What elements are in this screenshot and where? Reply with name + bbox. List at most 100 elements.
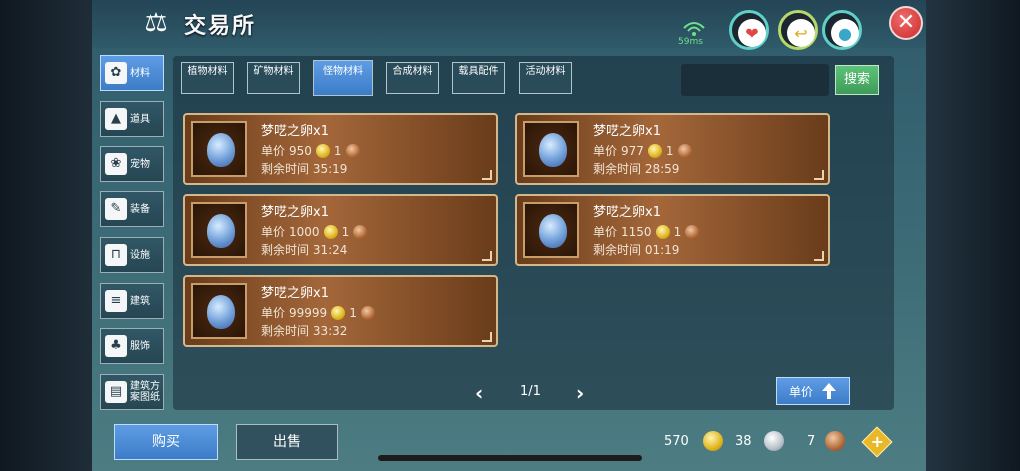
copper-coin-icon	[360, 305, 375, 320]
item-name: 梦呓之卵x1	[593, 124, 661, 139]
item-price: 单价 1000 1	[261, 223, 368, 240]
time-label: 剩余时间	[593, 243, 642, 257]
gold-coin-icon	[655, 224, 670, 239]
background-right	[926, 0, 1020, 471]
sidebar-item-label: 服饰	[130, 340, 150, 352]
time-value: 31:24	[312, 243, 348, 257]
background-left	[0, 0, 92, 471]
health-status[interactable]: ❤	[729, 10, 769, 50]
dream-egg-icon	[207, 295, 235, 329]
dream-egg-icon	[539, 214, 567, 248]
item-thumbnail	[191, 283, 247, 339]
sidebar-item-label: 建筑	[130, 295, 150, 307]
sidebar-item-building[interactable]: ≡ 建筑	[100, 283, 164, 319]
close-button[interactable]: ✕	[889, 6, 923, 40]
item-price: 单价 950 1	[261, 142, 360, 159]
sort-by-price-button[interactable]: 单价	[776, 377, 850, 405]
home-indicator	[378, 455, 642, 461]
item-thumbnail	[191, 121, 247, 177]
corner-decoration	[814, 170, 824, 180]
time-label: 剩余时间	[261, 324, 310, 338]
item-name: 梦呓之卵x1	[593, 205, 661, 220]
item-price: 单价 1150 1	[593, 223, 700, 240]
buy-button[interactable]: 购买	[114, 424, 218, 460]
next-page-button[interactable]: ›	[576, 381, 584, 405]
price-value: 977	[621, 143, 644, 158]
sidebar-item-item[interactable]: ▲ 道具	[100, 101, 164, 137]
search-button[interactable]: 搜索	[835, 65, 879, 95]
gold-coin-icon	[323, 224, 338, 239]
sell-button[interactable]: 出售	[236, 424, 338, 460]
listing-card[interactable]: 梦呓之卵x1 单价 1000 1 剩余时间 31:24	[183, 194, 498, 266]
facility-icon: ⊓	[105, 244, 127, 266]
item-price: 单价 99999 1	[261, 304, 375, 321]
time-label: 剩余时间	[261, 243, 310, 257]
time-value: 35:19	[312, 162, 348, 176]
time-value: 28:59	[644, 162, 680, 176]
item-thumbnail	[523, 121, 579, 177]
sidebar-item-equipment[interactable]: ✎ 装备	[100, 191, 164, 227]
corner-decoration	[482, 332, 492, 342]
gold-coin-icon	[315, 143, 330, 158]
price-label: 单价	[261, 306, 286, 320]
heart-icon: ❤	[738, 19, 766, 47]
scales-icon: ⚖	[144, 8, 168, 38]
item-time: 剩余时间 31:24	[261, 241, 347, 258]
plus-icon: +	[870, 432, 885, 452]
item-icon: ▲	[105, 108, 127, 130]
tab-event-material[interactable]: 活动材料	[519, 62, 572, 94]
sort-arrow-icon	[822, 383, 836, 399]
material-icon: ✿	[105, 62, 127, 84]
search-input[interactable]	[681, 64, 829, 96]
sidebar-item-label: 道具	[130, 113, 150, 125]
listing-card[interactable]: 梦呓之卵x1 单价 950 1 剩余时间 35:19	[183, 113, 498, 185]
item-time: 剩余时间 01:19	[593, 241, 679, 258]
quantity-value: 1	[673, 224, 682, 239]
gold-amount: 570	[664, 434, 689, 449]
tab-vehicle-parts[interactable]: 载具配件	[452, 62, 505, 94]
equipment-icon: ✎	[105, 198, 127, 220]
item-name: 梦呓之卵x1	[261, 205, 329, 220]
gold-coin-icon	[647, 143, 662, 158]
sort-label: 单价	[788, 384, 813, 399]
corner-decoration	[482, 170, 492, 180]
sidebar-item-clothing[interactable]: ♣ 服饰	[100, 328, 164, 364]
tab-mineral-material[interactable]: 矿物材料	[247, 62, 300, 94]
price-label: 单价	[261, 144, 286, 158]
copper-coin-icon	[685, 224, 700, 239]
water-drop-icon: ●	[831, 19, 859, 47]
tab-synthetic-material[interactable]: 合成材料	[386, 62, 439, 94]
sidebar-item-label: 建筑方案图纸	[130, 381, 160, 403]
listing-card[interactable]: 梦呓之卵x1 单价 1150 1 剩余时间 01:19	[515, 194, 830, 266]
clothing-icon: ♣	[105, 335, 127, 357]
water-status[interactable]: ●	[822, 10, 862, 50]
dream-egg-icon	[207, 214, 235, 248]
copper-amount: 7	[807, 434, 816, 449]
item-price: 单价 977 1	[593, 142, 692, 159]
tab-plant-material[interactable]: 植物材料	[181, 62, 234, 94]
quantity-value: 1	[341, 224, 350, 239]
gold-coin-icon	[703, 431, 723, 451]
sidebar-item-pet[interactable]: ❀ 宠物	[100, 146, 164, 182]
corner-decoration	[482, 251, 492, 261]
listing-card[interactable]: 梦呓之卵x1 单价 99999 1 剩余时间 33:32	[183, 275, 498, 347]
copper-coin-icon	[345, 143, 360, 158]
quantity-value: 1	[665, 143, 674, 158]
hunger-status[interactable]: ↩	[778, 10, 818, 50]
sidebar-item-facility[interactable]: ⊓ 设施	[100, 237, 164, 273]
sidebar-item-label: 材料	[130, 67, 150, 79]
item-thumbnail	[191, 202, 247, 258]
sidebar-item-blueprint[interactable]: ▤ 建筑方案图纸	[100, 374, 164, 410]
price-label: 单价	[261, 225, 286, 239]
prev-page-button[interactable]: ‹	[475, 381, 483, 405]
copper-coin-icon	[677, 143, 692, 158]
copper-coin-icon	[353, 224, 368, 239]
sidebar-item-material[interactable]: ✿ 材料	[100, 55, 164, 91]
time-value: 01:19	[644, 243, 680, 257]
dream-egg-icon	[207, 133, 235, 167]
item-time: 剩余时间 35:19	[261, 160, 347, 177]
tab-monster-material[interactable]: 怪物材料	[313, 60, 373, 96]
listing-card[interactable]: 梦呓之卵x1 单价 977 1 剩余时间 28:59	[515, 113, 830, 185]
arrow-icon: ↩	[787, 19, 815, 47]
sidebar-item-label: 设施	[130, 249, 150, 261]
